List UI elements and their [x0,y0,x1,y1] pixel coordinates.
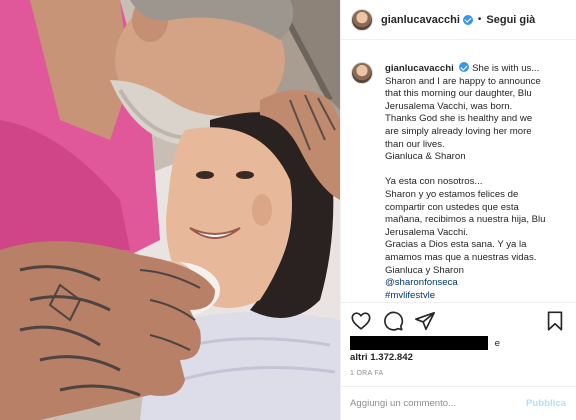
post-actions [340,302,576,338]
comment-bar: Pubblica [340,386,576,420]
publish-button[interactable]: Pubblica [526,398,566,409]
post-caption: gianlucavacchi She is with us... Sharon … [351,52,573,298]
caption-line: compartir con ustedes que esta [385,201,519,213]
header-separator: • [477,14,482,25]
caption-text: gianlucavacchi She is with us... Sharon … [385,62,573,298]
comment-input[interactable] [350,398,527,409]
verified-icon [459,62,470,72]
caption-line: Sharon y yo estamos felices de [385,188,519,200]
caption-line: are simply already loving her more [385,125,532,137]
bookmark-icon[interactable] [544,310,566,332]
following-button[interactable]: Segui già [486,14,535,26]
redacted-liker [350,336,488,350]
caption-line: amamos mas que a nuestras vidas. [385,251,537,263]
likes-conjunction: e [494,337,501,349]
caption-line: Jerusalema Vacchi. [385,226,469,238]
heart-icon[interactable] [350,310,372,332]
post-username[interactable]: gianlucavacchi [381,14,460,26]
photo-illustration [0,0,340,420]
caption-line: Ya esta con nosotros... [385,176,483,188]
caption-line: Gianluca y Sharon [385,264,464,276]
caption-line: that this morning our daughter, Blu [385,88,532,100]
verified-icon [462,14,473,25]
likes-count[interactable]: altri 1.372.842 [350,352,568,363]
caption-line: Thanks God she is healthy and we [385,113,533,125]
caption-line: Gracias a Dios esta sana. Y ya la [385,239,527,251]
share-icon[interactable] [414,310,436,332]
caption-line: Sharon and I are happy to announce [385,75,541,87]
post-header: gianlucavacchi • Segui già [341,0,576,40]
caption-username[interactable]: gianlucavacchi [385,63,454,74]
caption-line: She is with us... [472,63,540,74]
mention-link[interactable]: @sharonfonseca [385,277,573,290]
caption-line: Jerusalema Vacchi, was born. [385,100,513,112]
post-photo[interactable] [0,0,340,420]
avatar[interactable] [351,8,373,31]
caption-line: Gianluca & Sharon [385,151,466,163]
caption-line: mañana, recibimos a nuestra hija, Blu [385,214,546,226]
comment-icon[interactable] [382,310,404,332]
caption-line: than our lives. [385,138,445,150]
likes-summary: e altri 1.372.842 [350,336,568,363]
caption-avatar[interactable] [351,62,373,84]
post-timestamp[interactable]: 1 ORA FA [350,370,384,377]
hashtag-link[interactable]: #mylifestyle [385,290,573,298]
